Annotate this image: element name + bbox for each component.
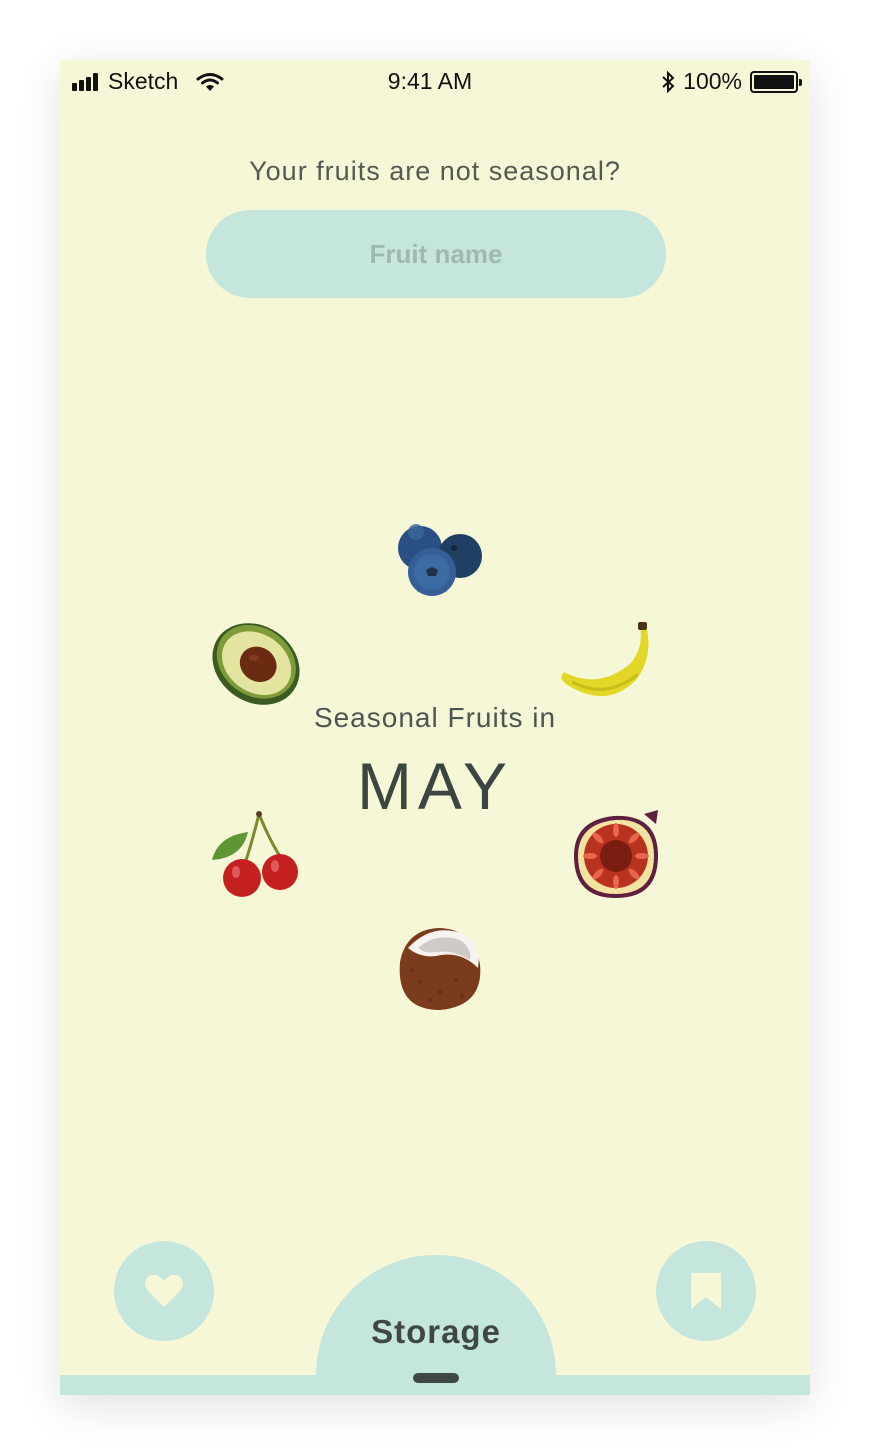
favorites-button[interactable]	[114, 1241, 214, 1341]
battery-percentage: 100%	[683, 68, 742, 94]
status-bar: Sketch 9:41 AM 100%	[60, 60, 810, 102]
fruit-name-input[interactable]	[206, 210, 666, 298]
blueberries-icon[interactable]	[392, 520, 488, 600]
fig-icon[interactable]	[570, 810, 664, 902]
cherries-icon[interactable]	[208, 810, 304, 902]
coconut-icon[interactable]	[390, 922, 486, 1014]
heart-icon	[145, 1274, 183, 1307]
bluetooth-icon	[662, 70, 675, 93]
avocado-icon[interactable]	[208, 616, 304, 712]
bookmark-icon	[691, 1273, 721, 1309]
month-title: MAY	[356, 749, 514, 823]
battery-icon	[750, 70, 802, 93]
banana-icon[interactable]	[558, 620, 654, 704]
phone-screen: Sketch 9:41 AM 100% Your fruits are not …	[60, 60, 810, 1395]
seasonal-subtitle: Seasonal Fruits in	[313, 702, 557, 733]
storage-button[interactable]: Storage	[316, 1255, 556, 1395]
search-question: Your fruits are not seasonal?	[249, 156, 621, 186]
storage-label: Storage	[371, 1313, 501, 1350]
saved-button[interactable]	[656, 1241, 756, 1341]
storage-drag-handle[interactable]	[413, 1373, 459, 1383]
